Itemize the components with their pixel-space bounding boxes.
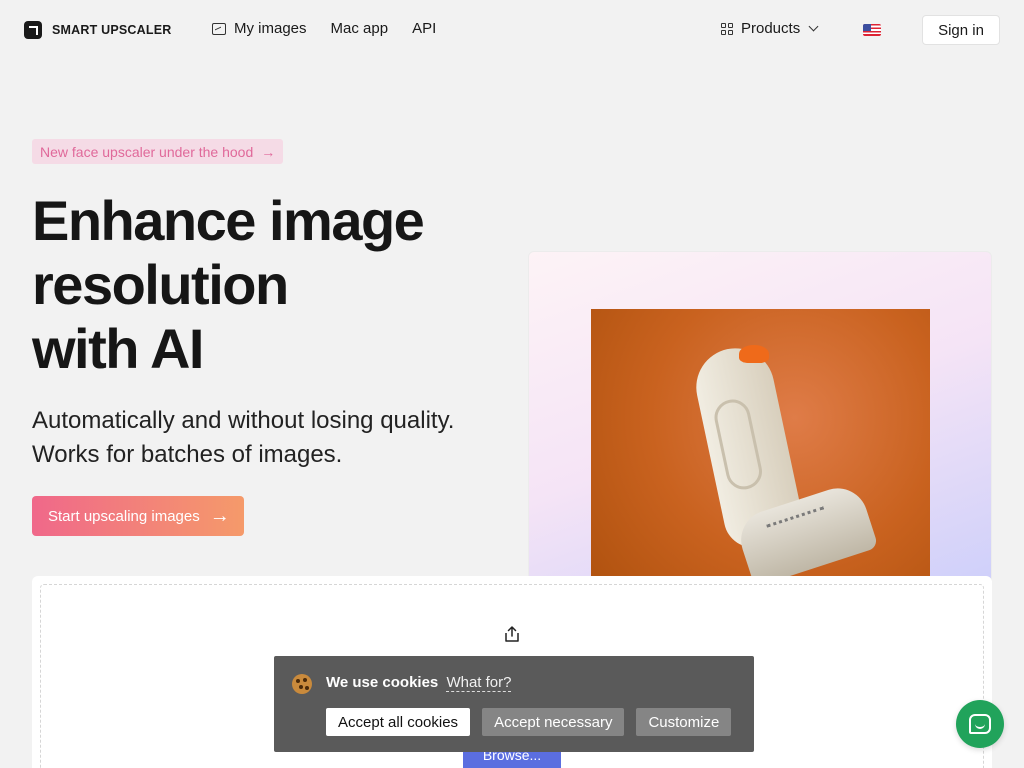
share-upload-icon: [505, 626, 519, 642]
nav-mac-app-label: Mac app: [330, 20, 389, 37]
nav-api[interactable]: API: [412, 20, 436, 37]
cookie-what-for-link[interactable]: What for?: [446, 674, 512, 692]
hero-subtitle: Automatically and without losing quality…: [32, 404, 454, 472]
hero-title-line: with AI: [32, 317, 204, 380]
cookie-message-text: We use cookies: [326, 674, 439, 691]
preview-panel: [528, 251, 992, 581]
logo[interactable]: SMART UPSCALER: [24, 21, 171, 39]
accept-necessary-button[interactable]: Accept necessary: [482, 708, 625, 736]
logo-text: SMART UPSCALER: [52, 23, 172, 37]
cta-label: Start upscaling images: [48, 507, 200, 525]
sneaker-tip: [739, 345, 769, 363]
image-icon: [212, 22, 226, 35]
accept-all-cookies-button[interactable]: Accept all cookies: [326, 708, 471, 736]
us-flag-icon[interactable]: [863, 24, 881, 36]
badge-text: New face upscaler under the hood: [40, 143, 254, 160]
nav-api-label: API: [412, 20, 437, 37]
logo-icon: [24, 21, 42, 39]
main-nav: My images Mac app API: [212, 20, 436, 37]
arrow-right-icon: →: [209, 505, 230, 527]
hero-subtitle-line: Automatically and without losing quality…: [32, 407, 455, 434]
arrow-right-icon: →: [261, 143, 276, 160]
sign-in-button[interactable]: Sign in: [922, 15, 1000, 45]
hero-title-line: Enhance image: [32, 189, 425, 252]
nav-my-images-label: My images: [234, 20, 307, 37]
nav-my-images[interactable]: My images: [212, 20, 307, 37]
cookie-banner: We use cookies What for? Accept all cook…: [274, 656, 754, 752]
chat-launcher-button[interactable]: [956, 700, 1004, 748]
nav-mac-app[interactable]: Mac app: [331, 20, 389, 37]
hero-subtitle-line: Works for batches of images.: [32, 441, 343, 468]
announcement-badge[interactable]: New face upscaler under the hood →: [32, 139, 284, 164]
products-dropdown[interactable]: Products: [721, 20, 819, 37]
sneaker-photo: [591, 309, 930, 580]
cookie-icon: [292, 674, 312, 694]
start-upscaling-button[interactable]: Start upscaling images →: [32, 496, 244, 536]
chevron-down-icon: [808, 21, 819, 32]
cookie-buttons: Accept all cookies Accept necessary Cust…: [326, 708, 732, 736]
products-label: Products: [741, 20, 801, 37]
hero-title: Enhance image resolution with AI: [32, 189, 512, 381]
chat-bubble-icon: [969, 714, 991, 734]
cookie-message: We use cookies What for?: [326, 674, 512, 692]
top-navbar: SMART UPSCALER My images Mac app API Pro…: [0, 0, 1024, 60]
customize-button[interactable]: Customize: [636, 708, 732, 736]
hero-title-line: resolution: [32, 253, 289, 316]
grid-icon: [721, 22, 733, 35]
